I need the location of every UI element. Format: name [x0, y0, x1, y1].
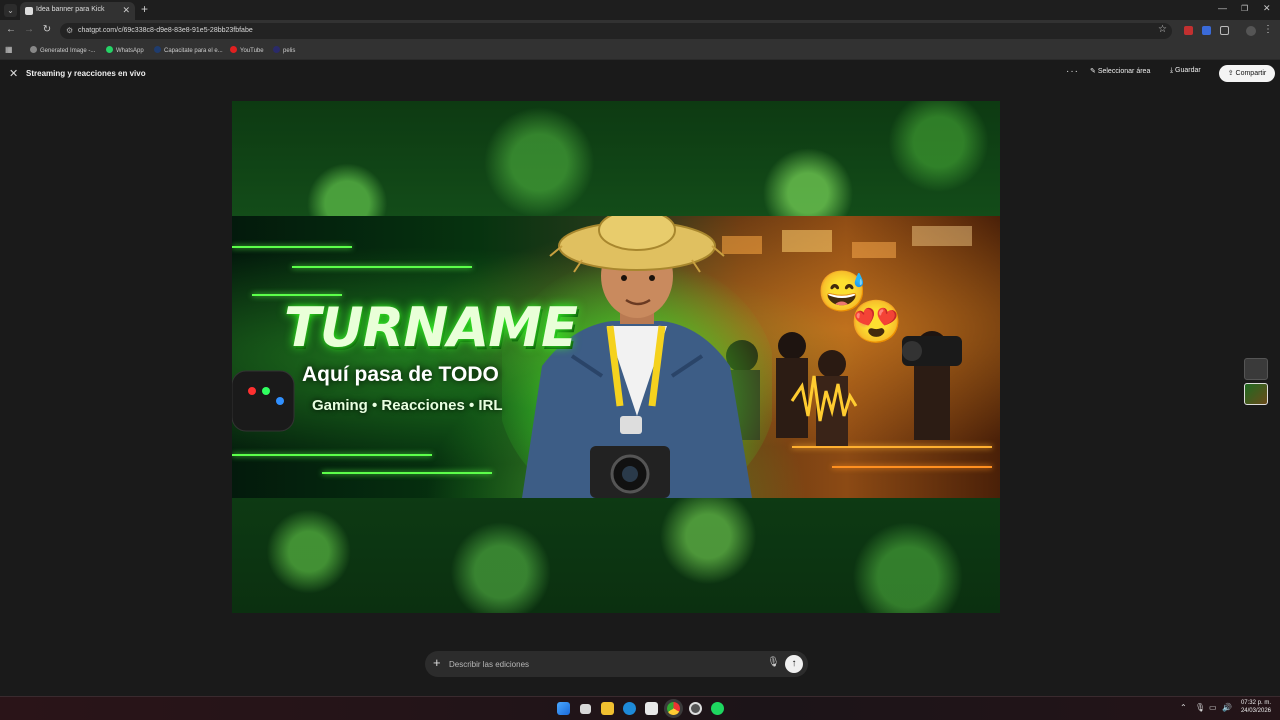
- tab-close-icon[interactable]: ✕: [122, 5, 130, 16]
- profile-avatar-icon[interactable]: [1246, 26, 1256, 36]
- clock-date[interactable]: 24/03/2026: [1238, 708, 1271, 714]
- window-close-button[interactable]: ✕: [1263, 3, 1271, 14]
- circuit-line: [232, 454, 432, 456]
- star-icon[interactable]: ☆: [1158, 24, 1167, 35]
- mic-tray-icon[interactable]: 🎙: [1195, 703, 1205, 712]
- share-icon: ⇪: [1227, 70, 1236, 77]
- url-field[interactable]: ⚙ chatgpt.com/c/69c338c8-d9e8-83e8-91e5-…: [60, 23, 1172, 39]
- circuit-line: [322, 472, 492, 474]
- mic-icon[interactable]: 🎙: [767, 657, 780, 668]
- windows-start-icon[interactable]: [557, 702, 570, 715]
- bookmark-whatsapp[interactable]: WhatsApp: [106, 46, 144, 54]
- bookmark-capacitate[interactable]: Capacitate para el e...: [154, 46, 223, 54]
- bookmark-favicon-icon: [154, 46, 161, 53]
- tab-bar: ⌄ Idea banner para Kick ✕ + — ❐ ✕: [0, 0, 1280, 20]
- youtube-icon: [230, 46, 237, 53]
- banner-brand-title: TURNAME: [284, 296, 578, 359]
- share-button[interactable]: ⇪ Compartir: [1219, 65, 1275, 82]
- banner-tagline: Aquí pasa de TODO: [302, 363, 499, 386]
- thumbnail-previous[interactable]: [1244, 358, 1268, 380]
- maximize-button[interactable]: ❐: [1241, 4, 1248, 13]
- file-explorer-icon[interactable]: [601, 702, 614, 715]
- volume-icon[interactable]: 🔊: [1222, 703, 1232, 712]
- edge-icon[interactable]: [623, 702, 636, 715]
- gamepad-icon: [232, 370, 295, 432]
- minimize-button[interactable]: —: [1218, 3, 1227, 13]
- heart-eyes-emoji-icon: 😍: [850, 298, 903, 345]
- tab-active[interactable]: Idea banner para Kick ✕: [20, 2, 135, 20]
- app-icon[interactable]: [689, 702, 702, 715]
- plus-icon[interactable]: +: [433, 655, 441, 670]
- apps-grid-icon[interactable]: ▦: [5, 45, 13, 54]
- url-text: chatgpt.com/c/69c338c8-d9e8-83e8-91e5-28…: [78, 26, 253, 34]
- select-area-button[interactable]: ✎ Seleccionar área: [1090, 67, 1150, 75]
- spotify-icon[interactable]: [711, 702, 724, 715]
- extension-icon[interactable]: [1184, 26, 1193, 35]
- translate-extension-icon[interactable]: [1202, 26, 1211, 35]
- bookmark-generated-image[interactable]: Generated Image -...: [30, 46, 95, 54]
- bookmarks-bar: ▦ Generated Image -... WhatsApp Capacita…: [0, 42, 1280, 60]
- generated-image[interactable]: TURNAME Aquí pasa de TODO Gaming • Reacc…: [232, 101, 1000, 613]
- tab-title: Idea banner para Kick: [36, 6, 105, 13]
- banner-image: TURNAME Aquí pasa de TODO Gaming • Reacc…: [232, 216, 1000, 498]
- whatsapp-icon: [106, 46, 113, 53]
- edit-description-input[interactable]: [449, 657, 759, 671]
- tab-dropdown-icon[interactable]: ⌄: [4, 4, 17, 17]
- save-button[interactable]: ⤓ Guardar: [1170, 67, 1201, 75]
- network-icon[interactable]: ▭: [1209, 703, 1217, 712]
- bookmark-pelis[interactable]: pelis: [273, 46, 295, 54]
- browser-menu-icon[interactable]: ⋮: [1262, 24, 1274, 35]
- chrome-icon[interactable]: [667, 702, 680, 715]
- bookmark-youtube[interactable]: YouTube: [230, 46, 264, 54]
- edit-prompt-bar: + 🎙 ↑: [425, 651, 808, 677]
- bookmark-favicon-icon: [30, 46, 37, 53]
- extensions-puzzle-icon[interactable]: [1220, 26, 1229, 35]
- more-icon[interactable]: ···: [1066, 66, 1079, 77]
- banner-subtagline: Gaming • Reacciones • IRL: [312, 397, 503, 414]
- clock-time[interactable]: 07:32 p. m.: [1238, 700, 1271, 706]
- reload-icon[interactable]: ↻: [41, 24, 53, 35]
- thumbnail-current[interactable]: [1244, 383, 1268, 405]
- site-info-icon[interactable]: ⚙: [66, 26, 73, 35]
- select-area-icon: ✎: [1090, 68, 1098, 75]
- forward-icon[interactable]: →: [23, 24, 35, 35]
- task-view-icon[interactable]: [580, 704, 591, 714]
- image-editor-header: ✕ Streaming y reacciones en vivo ··· ✎ S…: [0, 61, 1280, 87]
- chatgpt-favicon-icon: [25, 7, 33, 15]
- page-title: Streaming y reacciones en vivo: [26, 69, 146, 78]
- windows-taskbar: ⌃ 🎙 ▭ 🔊 07:32 p. m. 24/03/2026: [0, 696, 1280, 720]
- circuit-line: [292, 266, 472, 268]
- back-icon[interactable]: ←: [5, 24, 17, 35]
- address-bar: ← → ↻ ⚙ chatgpt.com/c/69c338c8-d9e8-83e8…: [0, 20, 1280, 42]
- bookmark-favicon-icon: [273, 46, 280, 53]
- send-button[interactable]: ↑: [785, 655, 803, 673]
- store-icon[interactable]: [645, 702, 658, 715]
- new-tab-button[interactable]: +: [141, 3, 148, 15]
- close-icon[interactable]: ✕: [9, 67, 18, 80]
- tray-chevron-icon[interactable]: ⌃: [1180, 703, 1187, 712]
- circuit-line: [232, 246, 352, 248]
